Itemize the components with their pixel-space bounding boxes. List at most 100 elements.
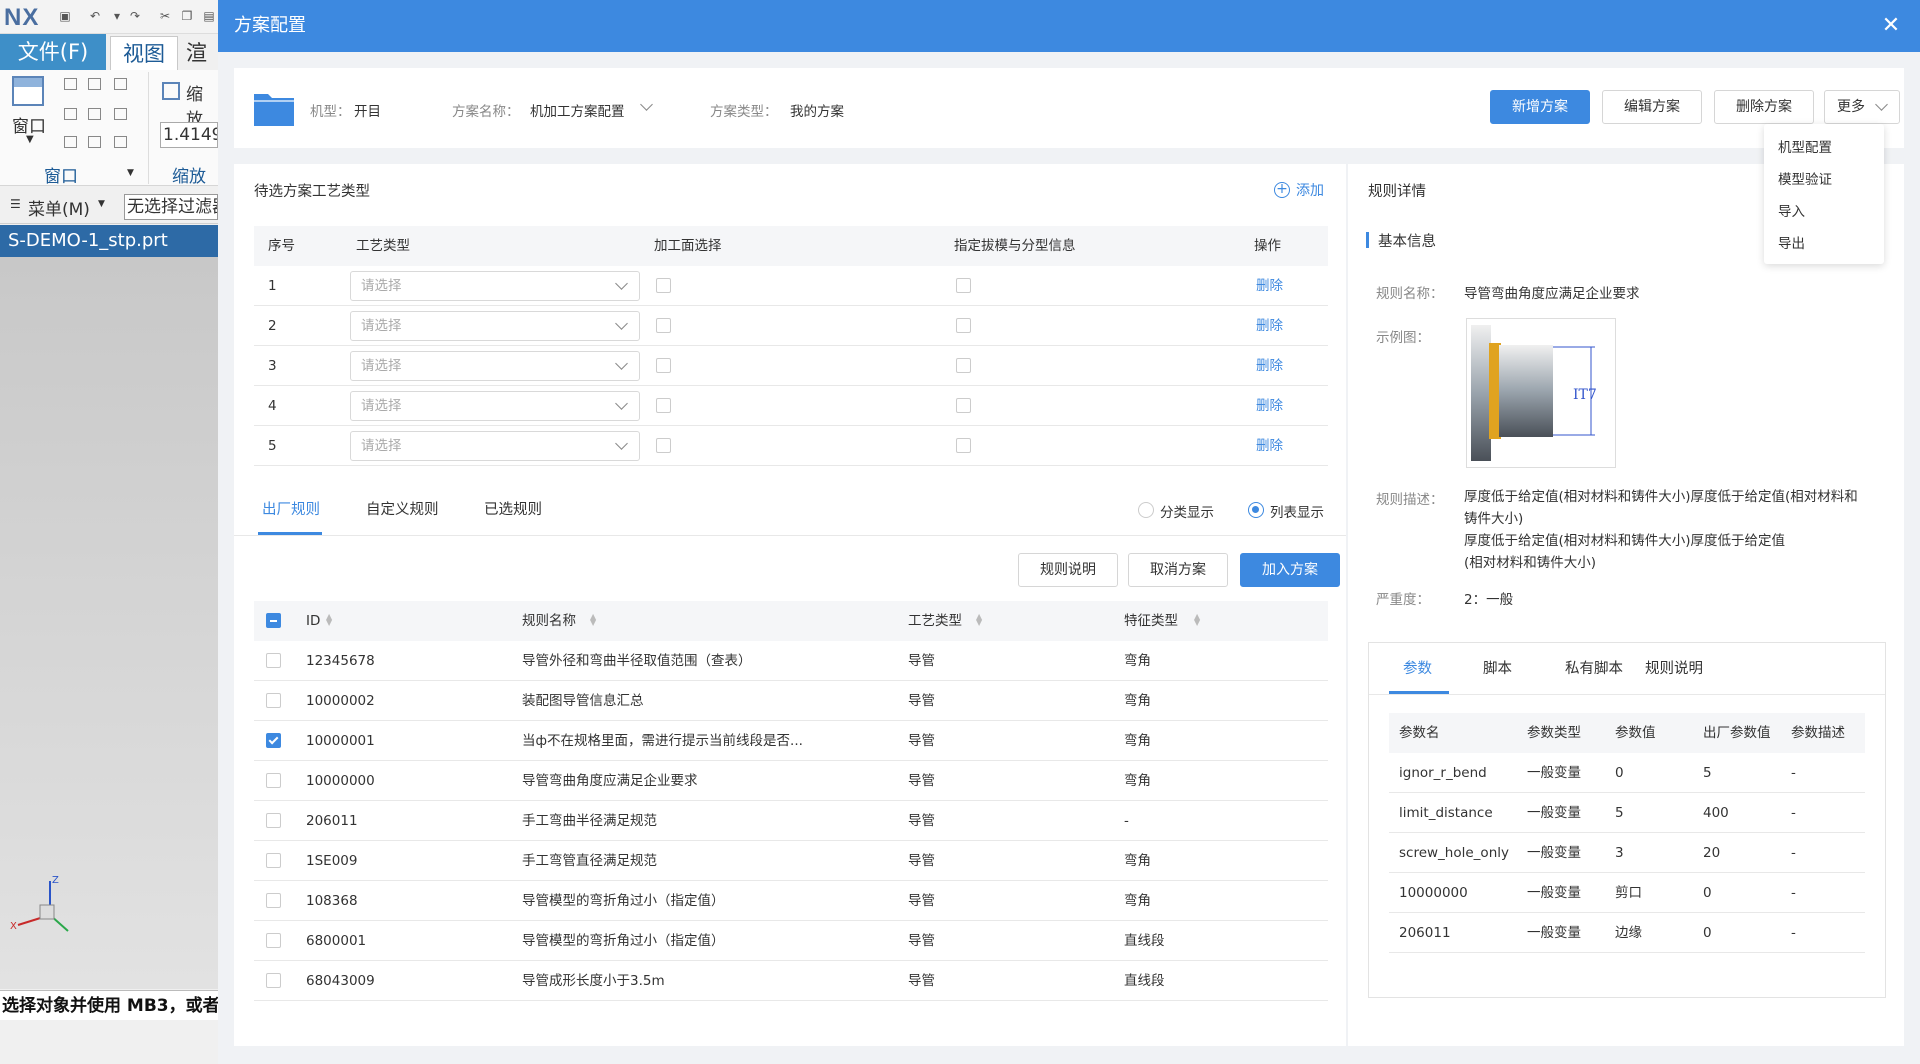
table-row[interactable]: 10000001 当ф不在规格里面，需进行提示当前线段是否... 导管 弯角 [254, 721, 1328, 761]
draft-checkbox[interactable] [956, 278, 971, 293]
delete-row-link[interactable]: 删除 [1256, 386, 1283, 426]
tab-custom-rules[interactable]: 自定义规则 [366, 500, 439, 520]
redo-icon[interactable]: ↷ [128, 9, 142, 23]
tab-script[interactable]: 脚本 [1483, 659, 1512, 679]
radio-category-view[interactable] [1138, 502, 1154, 518]
tab-params[interactable]: 参数 [1403, 659, 1432, 679]
layout-single-icon[interactable] [64, 78, 77, 90]
delete-row-link[interactable]: 删除 [1256, 426, 1283, 466]
zoom-icon[interactable] [162, 82, 180, 100]
chevron-down-icon[interactable]: ▼ [26, 134, 34, 145]
paste-icon[interactable]: ▤ [202, 9, 216, 23]
undo-icon[interactable]: ↶ [88, 9, 102, 23]
add-plan-button[interactable]: 新增方案 [1490, 90, 1590, 124]
more-button[interactable]: 更多 [1824, 90, 1900, 124]
row-checkbox[interactable] [266, 813, 281, 828]
col-feature-type[interactable]: 特征类型 [1124, 601, 1178, 641]
process-type-select[interactable]: 请选择 [350, 311, 640, 341]
close-icon[interactable]: ✕ [1878, 13, 1904, 39]
row-checkbox[interactable] [266, 693, 281, 708]
sort-icon[interactable]: ▲ ▼ [590, 613, 598, 627]
tab-private-script[interactable]: 私有脚本 [1565, 659, 1623, 679]
delete-row-link[interactable]: 删除 [1256, 266, 1283, 306]
rule-explain-button[interactable]: 规则说明 [1018, 553, 1118, 587]
layout-b-icon[interactable] [88, 136, 101, 148]
menu-item-export[interactable]: 导出 [1778, 232, 1805, 252]
row-checkbox[interactable] [266, 853, 281, 868]
tab-selected-rules[interactable]: 已选规则 [484, 500, 542, 520]
delete-row-link[interactable]: 删除 [1256, 346, 1283, 386]
chevron-down-icon[interactable]: ▼ [98, 199, 105, 209]
cut-icon[interactable]: ✂ [158, 9, 172, 23]
sort-icon[interactable]: ▲ ▼ [976, 613, 984, 627]
surface-checkbox[interactable] [656, 358, 671, 373]
menu-item-model-verify[interactable]: 模型验证 [1778, 168, 1832, 188]
row-checkbox[interactable] [266, 973, 281, 988]
view-tab[interactable]: 视图 [110, 36, 178, 70]
sort-icon[interactable]: ▲ ▼ [1194, 613, 1202, 627]
save-icon[interactable]: ▣ [58, 9, 72, 23]
table-row[interactable]: 12345678 导管外径和弯曲半径取值范围（查表） 导管 弯角 [254, 641, 1328, 681]
layout-quad-icon[interactable] [64, 108, 77, 120]
file-tab-active[interactable]: S-DEMO-1_stp.prt [0, 225, 218, 257]
select-all-checkbox[interactable] [266, 613, 281, 628]
window-icon[interactable] [12, 76, 44, 106]
draft-checkbox[interactable] [956, 318, 971, 333]
layout-c-icon[interactable] [114, 136, 127, 148]
join-plan-button[interactable]: 加入方案 [1240, 553, 1340, 587]
add-process-link[interactable]: 添加 [1296, 180, 1324, 200]
draft-checkbox[interactable] [956, 438, 971, 453]
radio-list-view[interactable] [1248, 502, 1264, 518]
row-checkbox[interactable] [266, 893, 281, 908]
row-checkbox[interactable] [266, 733, 281, 748]
col-rule-process[interactable]: 工艺类型 [908, 601, 962, 641]
chevron-down-icon[interactable] [640, 98, 653, 111]
delete-row-link[interactable]: 删除 [1256, 306, 1283, 346]
layout-a-icon[interactable] [64, 136, 77, 148]
file-tab[interactable]: 文件(F) [0, 34, 106, 70]
process-type-select[interactable]: 请选择 [350, 351, 640, 381]
process-type-select[interactable]: 请选择 [350, 431, 640, 461]
tab-factory-rules[interactable]: 出厂规则 [262, 500, 320, 520]
copy-icon[interactable]: ❐ [180, 9, 194, 23]
table-row[interactable]: 10000000 导管弯曲角度应满足企业要求 导管 弯角 [254, 761, 1328, 801]
table-row[interactable]: 108368 导管模型的弯折角过小（指定值） 导管 弯角 [254, 881, 1328, 921]
layout-vsplit-icon[interactable] [88, 78, 101, 90]
graphics-canvas[interactable]: Z X [0, 257, 218, 989]
delete-plan-button[interactable]: 删除方案 [1714, 90, 1814, 124]
row-checkbox[interactable] [266, 933, 281, 948]
add-circle-icon[interactable]: + [1274, 182, 1290, 198]
surface-checkbox[interactable] [656, 278, 671, 293]
process-type-select[interactable]: 请选择 [350, 391, 640, 421]
surface-checkbox[interactable] [656, 318, 671, 333]
cancel-plan-button[interactable]: 取消方案 [1128, 553, 1228, 587]
col-rule-name[interactable]: 规则名称 [522, 601, 576, 641]
layout-hsplit-icon[interactable] [114, 78, 127, 90]
process-type-select[interactable]: 请选择 [350, 271, 640, 301]
tab-rule-explain[interactable]: 规则说明 [1645, 659, 1703, 679]
table-row[interactable]: 206011 手工弯曲半径满足规范 导管 - [254, 801, 1328, 841]
table-row[interactable]: 6800001 导管模型的弯折角过小（指定值） 导管 直线段 [254, 921, 1328, 961]
chevron-down-icon[interactable]: ▼ [127, 168, 134, 178]
edit-plan-button[interactable]: 编辑方案 [1602, 90, 1702, 124]
draft-checkbox[interactable] [956, 398, 971, 413]
surface-checkbox[interactable] [656, 438, 671, 453]
sort-icon[interactable]: ▲ ▼ [326, 613, 334, 627]
surface-checkbox[interactable] [656, 398, 671, 413]
dropdown-icon[interactable]: ▾ [110, 9, 124, 23]
layout-grid-icon[interactable] [114, 108, 127, 120]
draft-checkbox[interactable] [956, 358, 971, 373]
zoom-value-input[interactable]: 1.4149 [160, 122, 218, 148]
plan-name-dropdown[interactable]: 机加工方案配置 [530, 100, 625, 120]
layout-tri-icon[interactable] [88, 108, 101, 120]
row-checkbox[interactable] [266, 653, 281, 668]
table-row[interactable]: 1SE009 手工弯管直径满足规范 导管 弯角 [254, 841, 1328, 881]
menu-button[interactable]: 菜单(M) [28, 195, 90, 220]
table-row[interactable]: 10000002 装配图导管信息汇总 导管 弯角 [254, 681, 1328, 721]
menu-icon[interactable]: ☰ [10, 197, 21, 211]
selection-filter-dropdown[interactable]: 无选择过滤器 [124, 194, 218, 220]
row-checkbox[interactable] [266, 773, 281, 788]
menu-item-import[interactable]: 导入 [1778, 200, 1805, 220]
menu-item-model-config[interactable]: 机型配置 [1778, 136, 1832, 156]
table-row[interactable]: 68043009 导管成形长度小于3.5m 导管 直线段 [254, 961, 1328, 1001]
